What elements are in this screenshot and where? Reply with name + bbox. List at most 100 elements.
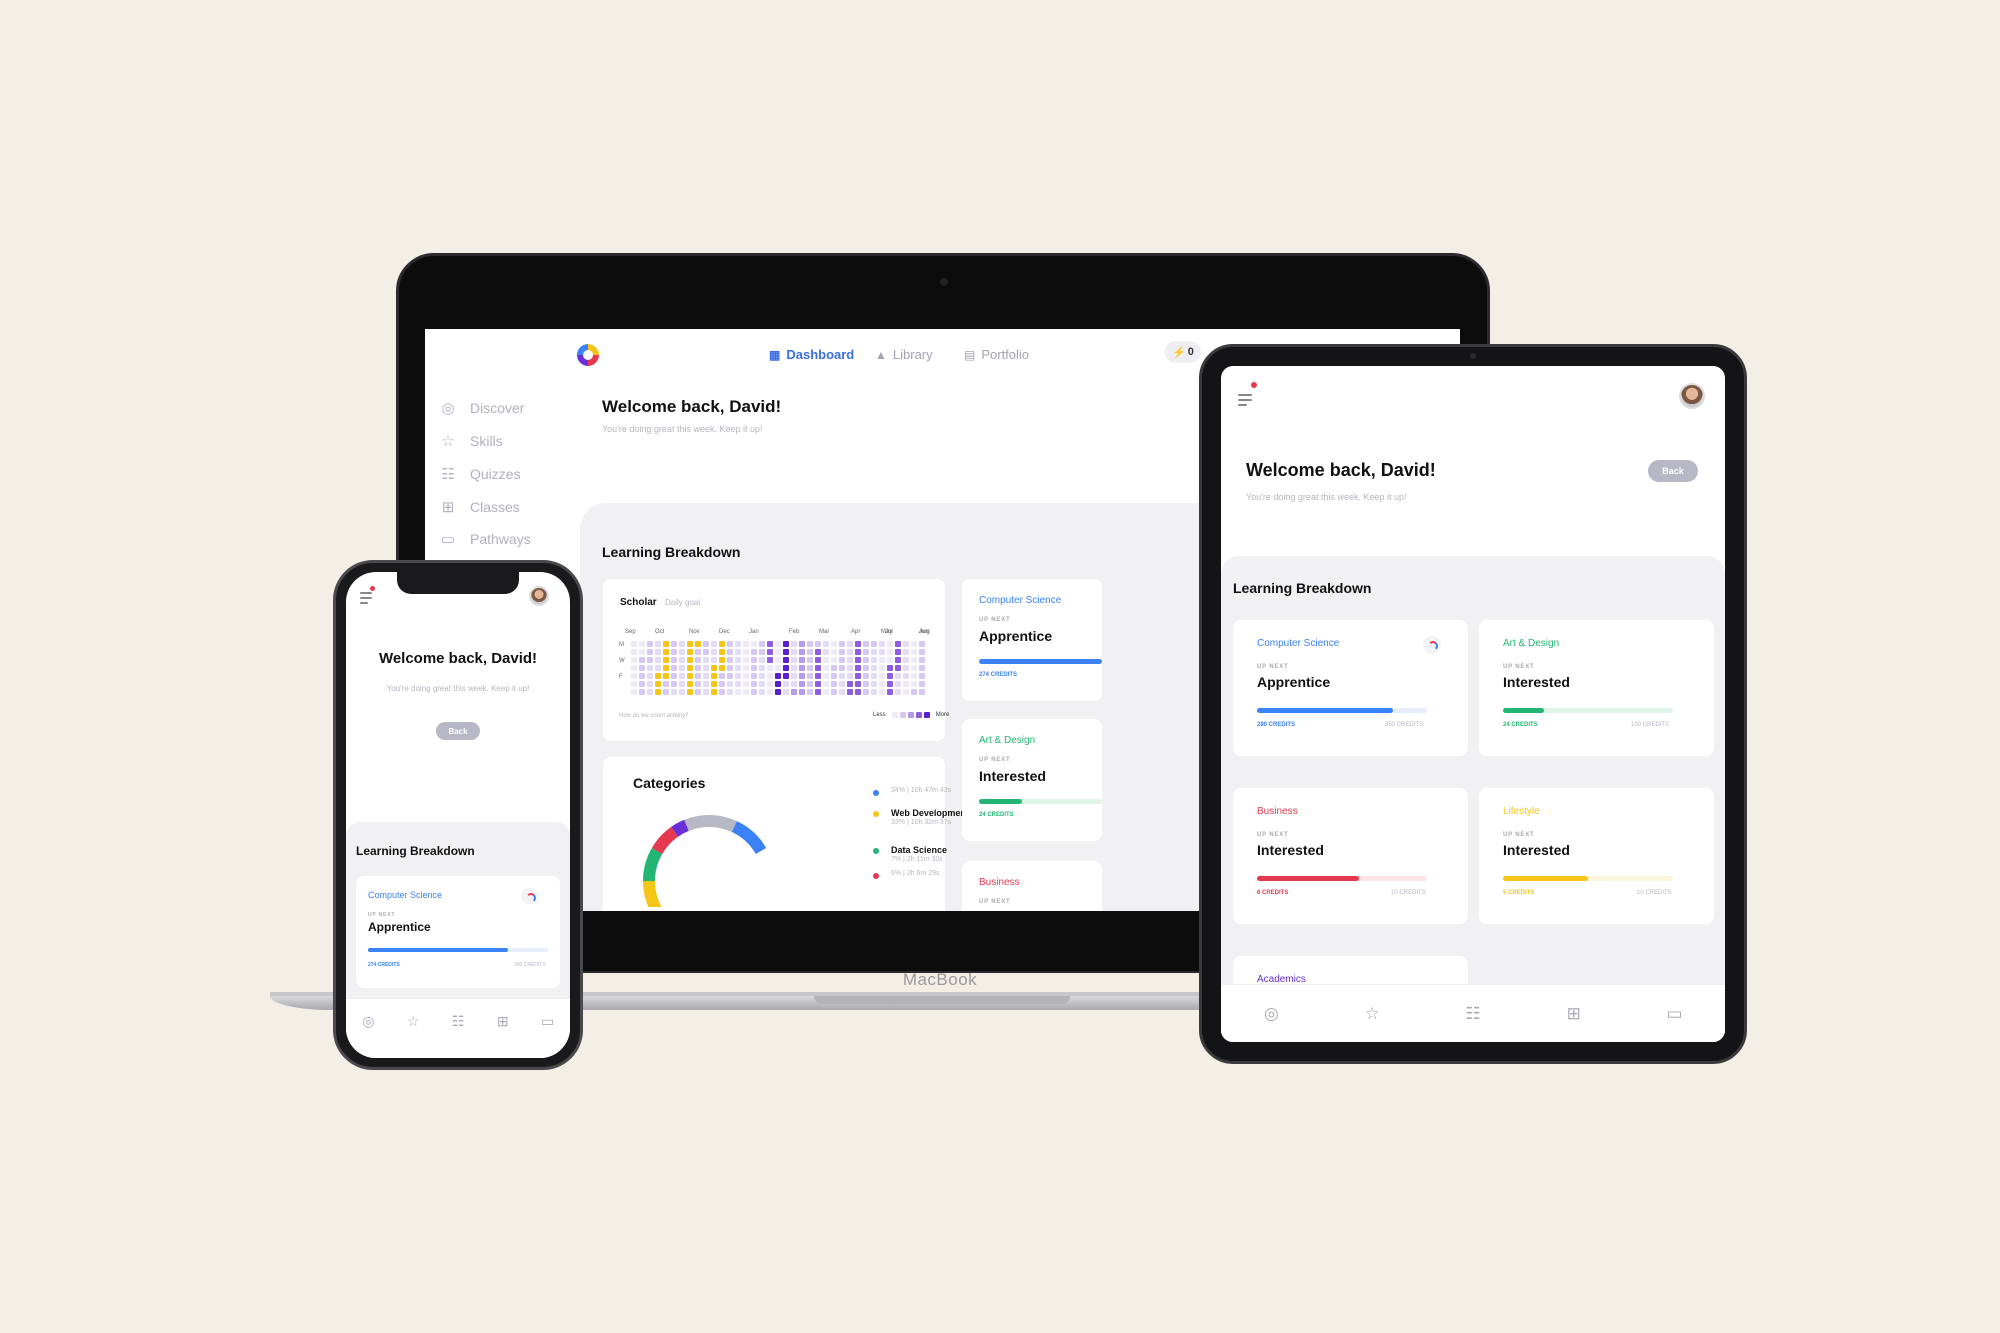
- skill-card-lifestyle[interactable]: Lifestyle UP NEXT Interested 5 CREDITS 1…: [1479, 788, 1714, 924]
- donut-segment: [643, 848, 663, 882]
- heatmap-cell: [735, 665, 741, 671]
- skill-card-computer-science[interactable]: Computer Science UP NEXT Apprentice 274 …: [962, 579, 1102, 701]
- nav-portfolio[interactable]: ▤ Portfolio: [964, 347, 1029, 362]
- heatmap-cell: [895, 649, 901, 655]
- laptop-camera: [940, 278, 948, 286]
- skill-card-business[interactable]: Business UP NEXT: [962, 861, 1102, 911]
- heatmap-cell: [671, 641, 677, 647]
- section-title: Learning Breakdown: [1233, 580, 1372, 596]
- sidebar-item-classes[interactable]: ⊞ Classes: [440, 498, 520, 516]
- heatmap-cell: [743, 673, 749, 679]
- heatmap-cell: [655, 649, 661, 655]
- heatmap-cell: [647, 649, 653, 655]
- skill-card-computer-science[interactable]: Computer Science UP NEXT Apprentice 274 …: [356, 876, 560, 988]
- grid-icon[interactable]: ⊞: [491, 1013, 515, 1030]
- avatar[interactable]: [1679, 383, 1705, 409]
- heatmap-cell: [655, 641, 661, 647]
- heatmap-cell: [703, 681, 709, 687]
- heatmap-legend: Less More: [873, 712, 950, 718]
- heatmap-cell: [687, 689, 693, 695]
- folder-icon[interactable]: ▭: [536, 1013, 560, 1030]
- heatmap-cell: [791, 657, 797, 663]
- heatmap-cell: [799, 649, 805, 655]
- heatmap-cell: [711, 657, 717, 663]
- back-button[interactable]: Back: [436, 722, 480, 740]
- heatmap-cell: [823, 641, 829, 647]
- heatmap-cell: [903, 673, 909, 679]
- heatmap-cell: [775, 689, 781, 695]
- heatmap-cell: [855, 641, 861, 647]
- heatmap-cell: [711, 649, 717, 655]
- heatmap-cell: [863, 681, 869, 687]
- compass-icon[interactable]: ◎: [356, 1013, 380, 1030]
- quiz-icon[interactable]: ☷: [446, 1013, 470, 1030]
- categories-card: Categories 34% | 10h 47m 43s Web Develop…: [603, 757, 969, 911]
- skill-card-business[interactable]: Business UP NEXT Interested 6 CREDITS 10…: [1233, 788, 1468, 924]
- heatmap-cell: [887, 665, 893, 671]
- heatmap-cell: [839, 641, 845, 647]
- heatmap-cell: [879, 649, 885, 655]
- heatmap-cell: [695, 641, 701, 647]
- sidebar-item-quizzes[interactable]: ☷ Quizzes: [440, 465, 520, 483]
- heatmap-cell: [887, 673, 893, 679]
- heatmap-cell: [831, 681, 837, 687]
- heatmap-cell: [831, 641, 837, 647]
- heatmap-cell: [847, 657, 853, 663]
- folder-icon[interactable]: ▭: [1663, 1004, 1687, 1024]
- heatmap-cell: [791, 649, 797, 655]
- heatmap-cell: [863, 673, 869, 679]
- skill-card-computer-science[interactable]: Computer Science UP NEXT Apprentice 280 …: [1233, 620, 1468, 756]
- star-icon[interactable]: ☆: [1360, 1004, 1384, 1024]
- heatmap-cell: [911, 649, 917, 655]
- donut-segment: [643, 880, 662, 907]
- compass-icon[interactable]: ◎: [1259, 1004, 1283, 1024]
- skill-card-art-design[interactable]: Art & Design UP NEXT Interested 24 CREDI…: [962, 719, 1102, 841]
- skill-card-art-design[interactable]: Art & Design UP NEXT Interested 24 CREDI…: [1479, 620, 1714, 756]
- activity-help-link[interactable]: How do we count activity?: [619, 713, 688, 719]
- heatmap-cell: [655, 665, 661, 671]
- heatmap-cell: [823, 657, 829, 663]
- heatmap-cell: [687, 673, 693, 679]
- menu-icon[interactable]: [1238, 394, 1252, 409]
- heatmap-cell: [711, 641, 717, 647]
- heatmap-cell: [879, 665, 885, 671]
- daily-goal-link[interactable]: Daily goal: [665, 598, 700, 607]
- heatmap-cell: [703, 673, 709, 679]
- streak-badge[interactable]: ⚡ 0: [1165, 341, 1201, 363]
- grid-icon[interactable]: ⊞: [1562, 1004, 1586, 1024]
- refresh-icon[interactable]: [521, 888, 537, 904]
- month-label: Aug: [919, 629, 930, 635]
- back-button[interactable]: Back: [1648, 460, 1698, 482]
- day-labels: M W F: [619, 641, 629, 681]
- heatmap-cell: [743, 649, 749, 655]
- app-logo[interactable]: [577, 344, 599, 366]
- avatar[interactable]: [529, 586, 549, 606]
- sidebar-item-skills[interactable]: ☆ Skills: [440, 432, 502, 450]
- nav-library[interactable]: ▲ Library: [875, 347, 933, 362]
- progress-bar: [979, 799, 1022, 804]
- heatmap-cell: [871, 681, 877, 687]
- heatmap-cell: [631, 665, 637, 671]
- nav-dashboard[interactable]: ▦ Dashboard: [769, 347, 854, 362]
- heatmap-cell: [823, 649, 829, 655]
- heatmap-cell: [631, 649, 637, 655]
- star-icon[interactable]: ☆: [401, 1013, 425, 1030]
- heatmap-cell: [815, 689, 821, 695]
- heatmap-cell: [895, 665, 901, 671]
- heatmap-cell: [863, 641, 869, 647]
- heatmap-cell: [919, 689, 925, 695]
- heatmap-cell: [775, 673, 781, 679]
- heatmap-cell: [879, 673, 885, 679]
- heatmap-cell: [671, 689, 677, 695]
- sidebar-item-pathways[interactable]: ▭ Pathways: [440, 530, 531, 548]
- quiz-icon[interactable]: ☷: [1461, 1004, 1485, 1024]
- heatmap-cell: [719, 641, 725, 647]
- heatmap-cell: [767, 681, 773, 687]
- sidebar-item-discover[interactable]: ◎ Discover: [440, 399, 524, 417]
- heatmap-cell: [775, 649, 781, 655]
- heatmap-cell: [655, 681, 661, 687]
- refresh-icon[interactable]: [1423, 636, 1441, 654]
- heatmap-cell: [743, 665, 749, 671]
- day-label: M: [619, 642, 624, 648]
- menu-icon[interactable]: [360, 592, 372, 607]
